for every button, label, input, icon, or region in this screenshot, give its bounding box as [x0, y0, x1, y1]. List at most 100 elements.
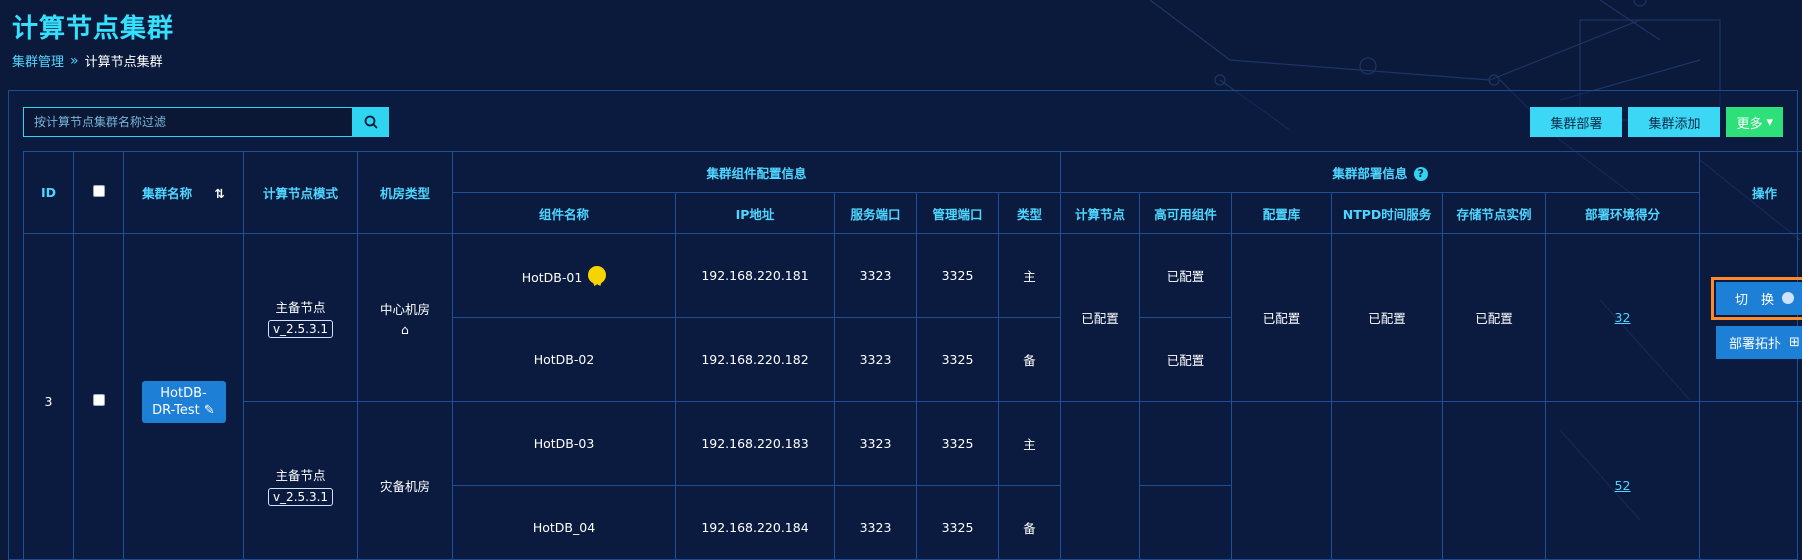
table-row: 主备节点 v_2.5.3.1 灾备机房 HotDB-03 192.168.220… [24, 401, 1802, 560]
mode-label: 主备节点 [275, 300, 326, 315]
cell-config-db: 已配置 [1231, 233, 1332, 402]
sort-icon[interactable]: ⇅ [214, 186, 224, 201]
topology-icon: ⊞ [1789, 334, 1800, 350]
header-component-group: 集群组件配置信息 [452, 151, 1061, 193]
header-deploy-group: 集群部署信息 ? [1060, 151, 1700, 193]
comp-name: HotDB-01 [521, 270, 583, 285]
cell-storage-empty [1442, 401, 1546, 560]
cell-ntpd-empty [1331, 401, 1443, 560]
version-tag: v_2.5.3.1 [267, 488, 334, 506]
header-id: ID [23, 151, 74, 234]
cell-manage-port: 3325 [916, 485, 999, 560]
cell-service-port: 3323 [834, 233, 917, 318]
cell-service-port: 3323 [834, 317, 917, 402]
breadcrumb: 集群管理 » 计算节点集群 [12, 51, 163, 71]
cell-ip: 192.168.220.182 [675, 317, 835, 402]
header-compute-node: 计算节点 [1060, 192, 1140, 234]
switch-button[interactable]: 切 换 [1715, 281, 1802, 315]
breadcrumb-cluster-management[interactable]: 集群管理 [12, 51, 64, 70]
cell-mode: 主备节点 v_2.5.3.1 [243, 233, 358, 402]
cell-comp-name: HotDB-02 [452, 317, 676, 402]
header-type: 类型 [998, 192, 1061, 234]
cluster-name-label: HotDB-DR-Test [152, 385, 207, 418]
header-comp-name: 组件名称 [452, 192, 676, 234]
switch-label: 切 换 [1734, 292, 1774, 308]
cell-ntpd: 已配置 [1331, 233, 1443, 402]
help-icon[interactable]: ? [1413, 167, 1428, 181]
header-ntpd: NTPD时间服务 [1331, 192, 1443, 234]
cell-manage-port: 3325 [916, 233, 999, 318]
master-room-icon: ⌂ [401, 321, 409, 337]
cell-manage-port: 3325 [916, 317, 999, 402]
table-row: 3 HotDB-DR-Test ✎ 主备节点 v_2.5.3.1 中心机房 ⌂ [23, 233, 1802, 560]
select-all-checkbox[interactable] [92, 185, 105, 197]
header-ha-component: 高可用组件 [1139, 192, 1232, 234]
breadcrumb-current: 计算节点集群 [84, 55, 163, 70]
search-input[interactable] [23, 107, 353, 137]
header-select-all [73, 151, 124, 234]
master-medal-icon [588, 266, 607, 284]
header-cluster-name-label: 集群名称 [142, 186, 193, 201]
switch-icon [1782, 292, 1794, 304]
cell-comp-name: HotDB-03 [452, 401, 676, 486]
more-label: 更多 [1736, 116, 1763, 132]
cluster-deploy-button[interactable]: 集群部署 [1530, 107, 1623, 137]
header-cluster-name[interactable]: 集群名称 ⇅ [123, 151, 244, 234]
cell-mode: 主备节点 v_2.5.3.1 [243, 401, 358, 560]
cell-ha-empty [1139, 401, 1232, 486]
header-env-score: 部署环境得分 [1545, 192, 1700, 234]
header-ip: IP地址 [675, 192, 835, 234]
cluster-name-button[interactable]: HotDB-DR-Test ✎ [141, 380, 226, 423]
cell-type: 备 [998, 485, 1061, 560]
cell-ip: 192.168.220.181 [675, 233, 835, 318]
more-dropdown-button[interactable]: 更多 ▾ [1726, 107, 1783, 137]
cell-ip: 192.168.220.184 [675, 485, 835, 560]
cell-comp-name: HotDB_04 [452, 485, 676, 560]
cell-compute-node: 已配置 [1060, 233, 1140, 402]
deploy-topology-button[interactable]: 部署拓扑 ⊞ [1715, 325, 1802, 359]
row-checkbox[interactable] [92, 394, 105, 406]
cell-config-db-empty [1231, 401, 1332, 560]
cell-service-port: 3323 [834, 485, 917, 560]
cell-ha-empty [1139, 485, 1232, 560]
env-score-link[interactable]: 52 [1615, 478, 1631, 493]
header-deploy-group-label: 集群部署信息 [1332, 165, 1408, 181]
cell-service-port: 3323 [834, 401, 917, 486]
switch-highlight-frame: 切 换 [1710, 276, 1802, 320]
header-storage-instance: 存储节点实例 [1442, 192, 1546, 234]
header-config-db: 配置库 [1231, 192, 1332, 234]
header-operation: 操作 [1699, 151, 1802, 234]
cell-room: 灾备机房 [357, 401, 453, 560]
cluster-add-button[interactable]: 集群添加 [1628, 107, 1721, 137]
env-score-link[interactable]: 32 [1615, 310, 1631, 325]
cell-compute-node-empty [1060, 401, 1140, 560]
cell-type: 主 [998, 233, 1061, 318]
cell-env-score: 32 [1545, 233, 1700, 402]
header-service-port: 服务端口 [834, 192, 917, 234]
search-button[interactable] [353, 107, 389, 137]
header-mode: 计算节点模式 [243, 151, 358, 234]
cell-ip: 192.168.220.183 [675, 401, 835, 486]
cell-cluster-name: HotDB-DR-Test ✎ [123, 233, 244, 560]
cell-manage-port: 3325 [916, 401, 999, 486]
cell-comp-name: HotDB-01 [452, 233, 676, 318]
cell-type: 备 [998, 317, 1061, 402]
version-tag: v_2.5.3.1 [267, 320, 334, 338]
room-label: 中心机房 [379, 301, 430, 317]
topology-label: 部署拓扑 [1729, 336, 1782, 352]
breadcrumb-separator-icon: » [70, 52, 79, 69]
main-panel: 集群部署 集群添加 更多 ▾ ID 集群名称 ⇅ 计算节点模式 [8, 90, 1802, 560]
toolbar: 集群部署 集群添加 更多 ▾ [1530, 107, 1783, 137]
cell-operation-empty [1699, 401, 1802, 560]
cell-select [73, 233, 124, 560]
mode-label: 主备节点 [275, 468, 326, 483]
cell-storage: 已配置 [1442, 233, 1546, 402]
cell-operation: 切 换 部署拓扑 ⊞ [1699, 233, 1802, 402]
search-icon [364, 115, 378, 129]
search-bar [23, 107, 389, 137]
edit-icon[interactable]: ✎ [204, 403, 215, 418]
cell-ha: 已配置 [1139, 233, 1232, 318]
cell-room: 中心机房 ⌂ [357, 233, 453, 402]
page-title: 计算节点集群 [12, 14, 175, 44]
cell-type: 主 [998, 401, 1061, 486]
